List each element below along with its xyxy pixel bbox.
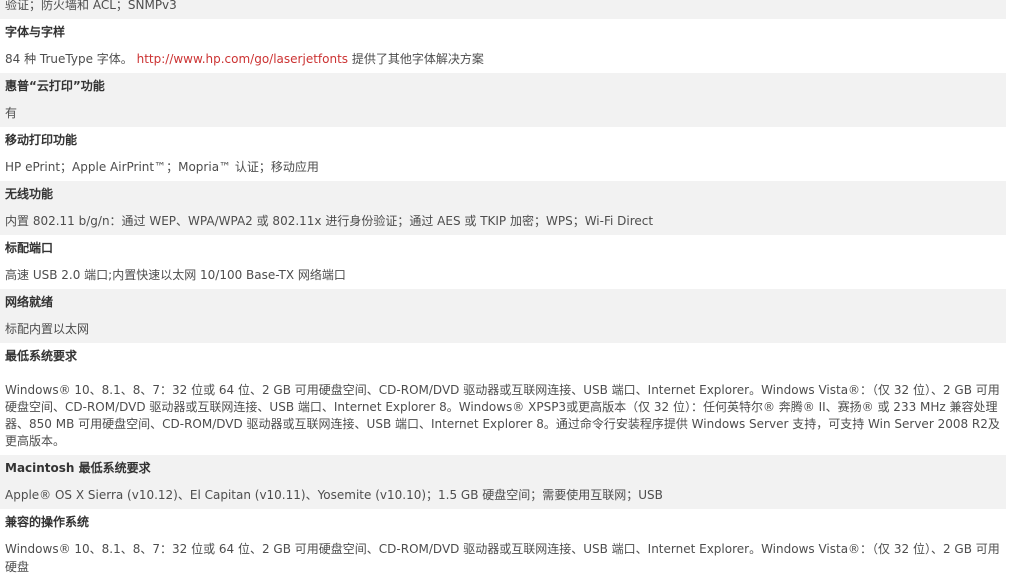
spec-value: 标配内置以太网 (0, 316, 1006, 343)
spec-heading: 移动打印功能 (5, 133, 78, 147)
fonts-link[interactable]: http://www.hp.com/go/laserjetfonts (137, 52, 348, 66)
spec-value: 验证；防火墙和 ACL；SNMPv3 (0, 0, 1006, 19)
spec-heading: 标配端口 (5, 241, 54, 255)
spec-heading: 惠普“云打印”功能 (0, 73, 1006, 100)
spec-heading: Macintosh 最低系统要求 (0, 455, 1006, 482)
spec-value: Windows® 10、8.1、8、7：32 位或 64 位、2 GB 可用硬盘… (5, 542, 1000, 574)
spec-value: Windows® 10、8.1、8、7：32 位或 64 位、2 GB 可用硬盘… (5, 383, 1000, 448)
spec-list: 验证；防火墙和 ACL；SNMPv3 字体与字样 84 种 TrueType 字体。… (0, 0, 1011, 581)
spec-heading: 无线功能 (0, 181, 1006, 208)
spec-heading: 最低系统要求 (5, 349, 78, 363)
spec-value: 有 (0, 100, 1006, 127)
spec-heading: 兼容的操作系统 (5, 515, 90, 529)
spec-value-text: 提供了其他字体解决方案 (348, 52, 484, 66)
spec-value: 内置 802.11 b/g/n：通过 WEP、WPA/WPA2 或 802.11… (0, 208, 1006, 235)
spec-value: 84 种 TrueType 字体。 http://www.hp.com/go/l… (0, 46, 1006, 73)
spec-heading: 字体与字样 (5, 25, 66, 39)
spec-value: HP ePrint；Apple AirPrint™；Mopria™ 认证；移动应… (5, 160, 319, 174)
spec-value: 高速 USB 2.0 端口;内置快速以太网 10/100 Base-TX 网络端… (5, 268, 346, 282)
spec-value: Apple® OS X Sierra (v10.12)、El Capitan (… (0, 482, 1006, 509)
spec-heading: 网络就绪 (0, 289, 1006, 316)
spec-value-text: 84 种 TrueType 字体。 (5, 52, 133, 66)
